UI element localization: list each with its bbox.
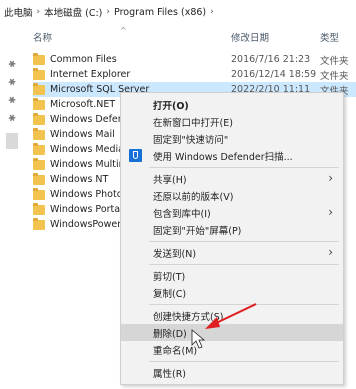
file-type: 文件夹	[320, 55, 349, 67]
menu-separator	[149, 304, 339, 305]
menu-item-delete[interactable]: 删除(D)	[121, 324, 343, 341]
breadcrumb-separator-icon[interactable]: ›	[210, 7, 214, 17]
context-menu: 打开(O) 在新窗口中打开(E) 固定到"快速访问" 使用 Windows De…	[120, 92, 344, 385]
menu-item-label: 删除(D)	[153, 328, 187, 340]
menu-separator	[149, 361, 339, 362]
menu-item-label: 复制(C)	[153, 288, 187, 300]
menu-item-label: 发送到(N)	[153, 248, 197, 260]
breadcrumb: 此电脑 › 本地磁盘 (C:) › Program Files (x86) ›	[4, 5, 218, 20]
menu-item-label: 还原以前的版本(V)	[153, 191, 234, 203]
menu-separator	[149, 167, 339, 168]
folder-icon	[33, 202, 45, 215]
menu-item-restore-previous[interactable]: 还原以前的版本(V)	[121, 187, 343, 204]
breadcrumb-this-pc[interactable]: 此电脑	[4, 5, 33, 19]
menu-item-share[interactable]: 共享(H) ›	[121, 170, 343, 187]
menu-item-pin-quick-access[interactable]: 固定到"快速访问"	[121, 130, 343, 147]
pin-icon[interactable]: ✱	[7, 113, 19, 126]
file-type: 文件夹	[320, 70, 349, 82]
pin-icon[interactable]: ✱	[7, 95, 19, 108]
folder-icon	[33, 142, 45, 155]
menu-item-include-library[interactable]: 包含到库中(I) ›	[121, 204, 343, 221]
folder-icon	[33, 157, 45, 170]
menu-item-cut[interactable]: 剪切(T)	[121, 267, 343, 284]
menu-item-open[interactable]: 打开(O)	[121, 96, 343, 113]
folder-icon	[33, 127, 45, 140]
menu-separator	[149, 241, 339, 242]
menu-item-open-new-window[interactable]: 在新窗口中打开(E)	[121, 113, 343, 130]
folder-icon	[33, 217, 45, 230]
column-header-bar: ^ 名称 修改日期 类型	[0, 26, 356, 44]
list-item[interactable]: Common Files 2016/7/16 21:23 文件夹	[33, 52, 356, 67]
folder-icon	[33, 97, 45, 110]
menu-item-label: 剪切(T)	[153, 271, 186, 283]
menu-item-send-to[interactable]: 发送到(N) ›	[121, 244, 343, 261]
folder-icon	[33, 112, 45, 125]
menu-item-rename[interactable]: 重命名(M)	[121, 341, 343, 358]
navigation-pane: ✱ ✱ ✱ ✱	[0, 48, 24, 388]
file-name: Common Files	[50, 54, 117, 65]
menu-item-properties[interactable]: 属性(R)	[121, 364, 343, 381]
breadcrumb-program-files-x86[interactable]: Program Files (x86)	[114, 7, 206, 18]
menu-item-label: 固定到"开始"屏幕(P)	[153, 225, 242, 237]
folder-icon	[33, 82, 45, 95]
list-item[interactable]: Internet Explorer 2016/12/14 18:59 文件夹	[33, 67, 356, 82]
file-date: 2016/7/16 21:23	[231, 54, 311, 65]
menu-item-label: 创建快捷方式(S)	[153, 311, 224, 323]
column-header-name[interactable]: 名称	[33, 30, 52, 44]
submenu-arrow-icon: ›	[328, 245, 333, 259]
sort-ascending-icon: ^	[120, 26, 127, 35]
menu-item-label: 打开(O)	[153, 100, 189, 112]
column-header-date[interactable]: 修改日期	[231, 30, 269, 44]
menu-item-label: 属性(R)	[153, 368, 187, 380]
breadcrumb-separator-icon[interactable]: ›	[37, 7, 41, 17]
menu-item-label: 包含到库中(I)	[153, 208, 211, 220]
submenu-arrow-icon: ›	[328, 171, 333, 185]
pin-icon[interactable]: ✱	[7, 77, 19, 90]
menu-item-label: 固定到"快速访问"	[153, 134, 229, 146]
folder-icon	[33, 187, 45, 200]
menu-separator	[149, 264, 339, 265]
folder-icon	[33, 52, 45, 65]
menu-item-label: 使用 Windows Defender扫描...	[153, 151, 293, 163]
folder-icon	[33, 172, 45, 185]
pin-icon[interactable]: ✱	[7, 59, 19, 72]
file-name: Internet Explorer	[50, 69, 131, 80]
menu-item-label: 重命名(M)	[153, 345, 198, 357]
windows-defender-shield-icon	[129, 149, 142, 162]
menu-item-label: 共享(H)	[153, 174, 187, 186]
folder-icon	[33, 67, 45, 80]
menu-item-create-shortcut[interactable]: 创建快捷方式(S)	[121, 307, 343, 324]
menu-item-pin-start[interactable]: 固定到"开始"屏幕(P)	[121, 221, 343, 238]
menu-item-label: 在新窗口中打开(E)	[153, 117, 233, 129]
menu-item-defender-scan[interactable]: 使用 Windows Defender扫描...	[121, 147, 343, 164]
breadcrumb-separator-icon[interactable]: ›	[106, 7, 110, 17]
nav-scrollbar-thumb[interactable]	[6, 133, 18, 149]
column-header-type[interactable]: 类型	[320, 30, 339, 44]
breadcrumb-local-disk[interactable]: 本地磁盘 (C:)	[44, 5, 102, 19]
menu-item-copy[interactable]: 复制(C)	[121, 284, 343, 301]
file-date: 2016/12/14 18:59	[231, 69, 317, 80]
submenu-arrow-icon: ›	[328, 205, 333, 219]
